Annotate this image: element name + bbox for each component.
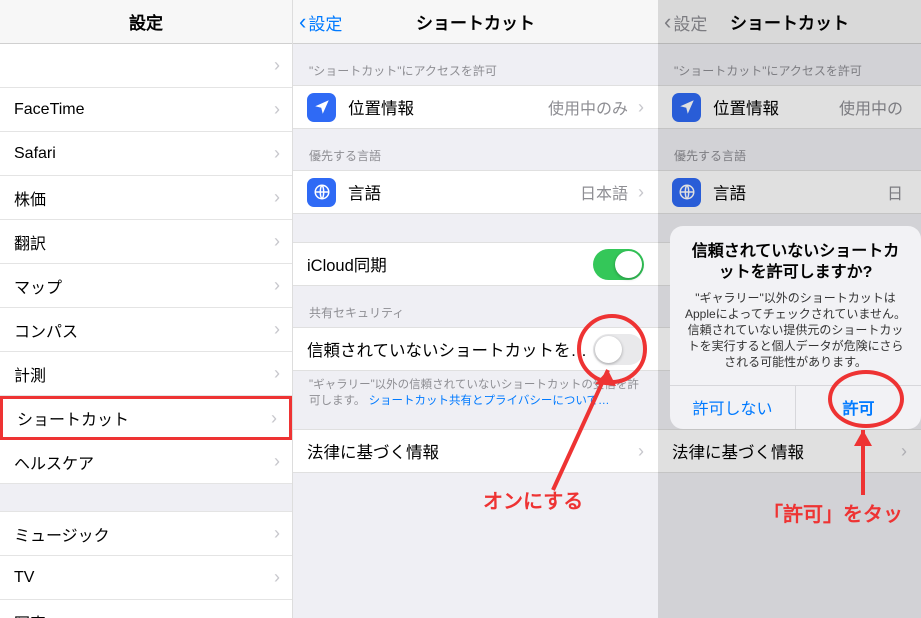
permission-alert: 信頼されていないショートカットを許可しますか? "ギャラリー"以外のショートカッ… [670, 226, 921, 429]
chevron-right-icon: › [638, 182, 644, 203]
section-header-security: 共有セキュリティ [293, 286, 658, 327]
settings-item[interactable]: 翻訳 › [0, 220, 292, 264]
back-label: 設定 [308, 10, 342, 35]
chevron-right-icon: › [274, 567, 280, 588]
row-label: 法律に基づく情報 [307, 439, 632, 463]
settings-item[interactable]: › [0, 44, 292, 88]
chevron-right-icon: › [274, 143, 280, 164]
row-label: 信頼されていないショートカットを… [307, 337, 593, 361]
shortcuts-alert-panel: ‹ 設定 ショートカット "ショートカット"にアクセスを許可 位置情報 使用中の… [658, 0, 921, 618]
nav-bar: ‹ 設定 ショートカット [293, 0, 658, 44]
settings-item-label: FaceTime [14, 101, 85, 119]
alert-title: 信頼されていないショートカットを許可しますか? [684, 242, 907, 284]
settings-item-label: TV [14, 569, 34, 587]
settings-item-label: ヘルスケア [14, 450, 94, 474]
row-label: 位置情報 [348, 95, 548, 119]
settings-item[interactable]: ミュージック › [0, 512, 292, 556]
untrusted-shortcuts-toggle[interactable] [593, 334, 644, 365]
chevron-right-icon: › [638, 441, 644, 462]
settings-item-label: 写真 [14, 610, 46, 618]
row-label: 言語 [348, 180, 580, 204]
row-value: 使用中のみ [548, 95, 628, 119]
icloud-sync-toggle[interactable] [593, 249, 644, 280]
untrusted-note: "ギャラリー"以外の信頼されていないショートカットの受信を許可します。 ショート… [293, 371, 658, 413]
chevron-right-icon: › [274, 187, 280, 208]
nav-title: 設定 [129, 9, 163, 34]
alert-message: "ギャラリー"以外のショートカットはAppleによってチェックされていません。信… [684, 290, 907, 371]
chevron-right-icon: › [274, 451, 280, 472]
legal-info-row[interactable]: 法律に基づく情報 › [293, 429, 658, 473]
settings-item[interactable]: FaceTime › [0, 88, 292, 132]
nav-title: ショートカット [416, 9, 535, 34]
language-row[interactable]: 言語 日本語 › [293, 170, 658, 214]
section-header-access: "ショートカット"にアクセスを許可 [293, 44, 658, 85]
settings-item-label: コンパス [14, 318, 78, 342]
settings-item[interactable]: TV › [0, 556, 292, 600]
location-arrow-icon [307, 93, 336, 122]
allow-button[interactable]: 許可 [795, 386, 921, 429]
settings-item[interactable]: コンパス › [0, 308, 292, 352]
location-row[interactable]: 位置情報 使用中のみ › [293, 85, 658, 129]
nav-bar: 設定 [0, 0, 292, 44]
settings-item-label: マップ [14, 274, 62, 298]
settings-list: ›FaceTime›Safari›株価›翻訳›マップ›コンパス›計測›ショートカ… [0, 44, 292, 618]
settings-item[interactable]: 計測 › [0, 352, 292, 396]
chevron-right-icon: › [274, 523, 280, 544]
globe-icon [307, 178, 336, 207]
chevron-right-icon: › [274, 363, 280, 384]
chevron-right-icon: › [274, 611, 280, 618]
chevron-right-icon: › [274, 55, 280, 76]
section-gap [0, 484, 292, 512]
chevron-right-icon: › [274, 275, 280, 296]
settings-item[interactable]: 株価 › [0, 176, 292, 220]
privacy-link[interactable]: ショートカット共有とプライバシーについて… [369, 395, 610, 407]
untrusted-shortcuts-row[interactable]: 信頼されていないショートカットを… [293, 327, 658, 371]
row-value: 日本語 [580, 180, 628, 204]
chevron-right-icon: › [271, 408, 277, 429]
settings-item[interactable]: マップ › [0, 264, 292, 308]
settings-item[interactable]: ヘルスケア › [0, 440, 292, 484]
deny-button[interactable]: 許可しない [670, 386, 795, 429]
back-button[interactable]: ‹ 設定 [299, 0, 342, 44]
settings-root-panel: 設定 ›FaceTime›Safari›株価›翻訳›マップ›コンパス›計測›ショ… [0, 0, 293, 618]
chevron-right-icon: › [274, 99, 280, 120]
chevron-right-icon: › [638, 97, 644, 118]
settings-item-label: 計測 [14, 362, 46, 386]
icloud-sync-row[interactable]: iCloud同期 [293, 242, 658, 286]
row-label: iCloud同期 [307, 252, 593, 276]
settings-item-label: 翻訳 [14, 230, 46, 254]
annotation-text: オンにする [483, 485, 583, 514]
chevron-left-icon: ‹ [299, 11, 306, 33]
settings-item-label: Safari [14, 145, 56, 163]
settings-item-label: ショートカット [17, 406, 129, 430]
settings-item-label: 株価 [14, 186, 46, 210]
settings-item-label: ミュージック [14, 522, 110, 546]
settings-item[interactable]: ショートカット › [0, 396, 292, 440]
chevron-right-icon: › [274, 319, 280, 340]
settings-item[interactable]: 写真 › [0, 600, 292, 618]
settings-item[interactable]: Safari › [0, 132, 292, 176]
section-header-language: 優先する言語 [293, 129, 658, 170]
chevron-right-icon: › [274, 231, 280, 252]
shortcuts-settings-panel: ‹ 設定 ショートカット "ショートカット"にアクセスを許可 位置情報 使用中の… [293, 0, 658, 618]
